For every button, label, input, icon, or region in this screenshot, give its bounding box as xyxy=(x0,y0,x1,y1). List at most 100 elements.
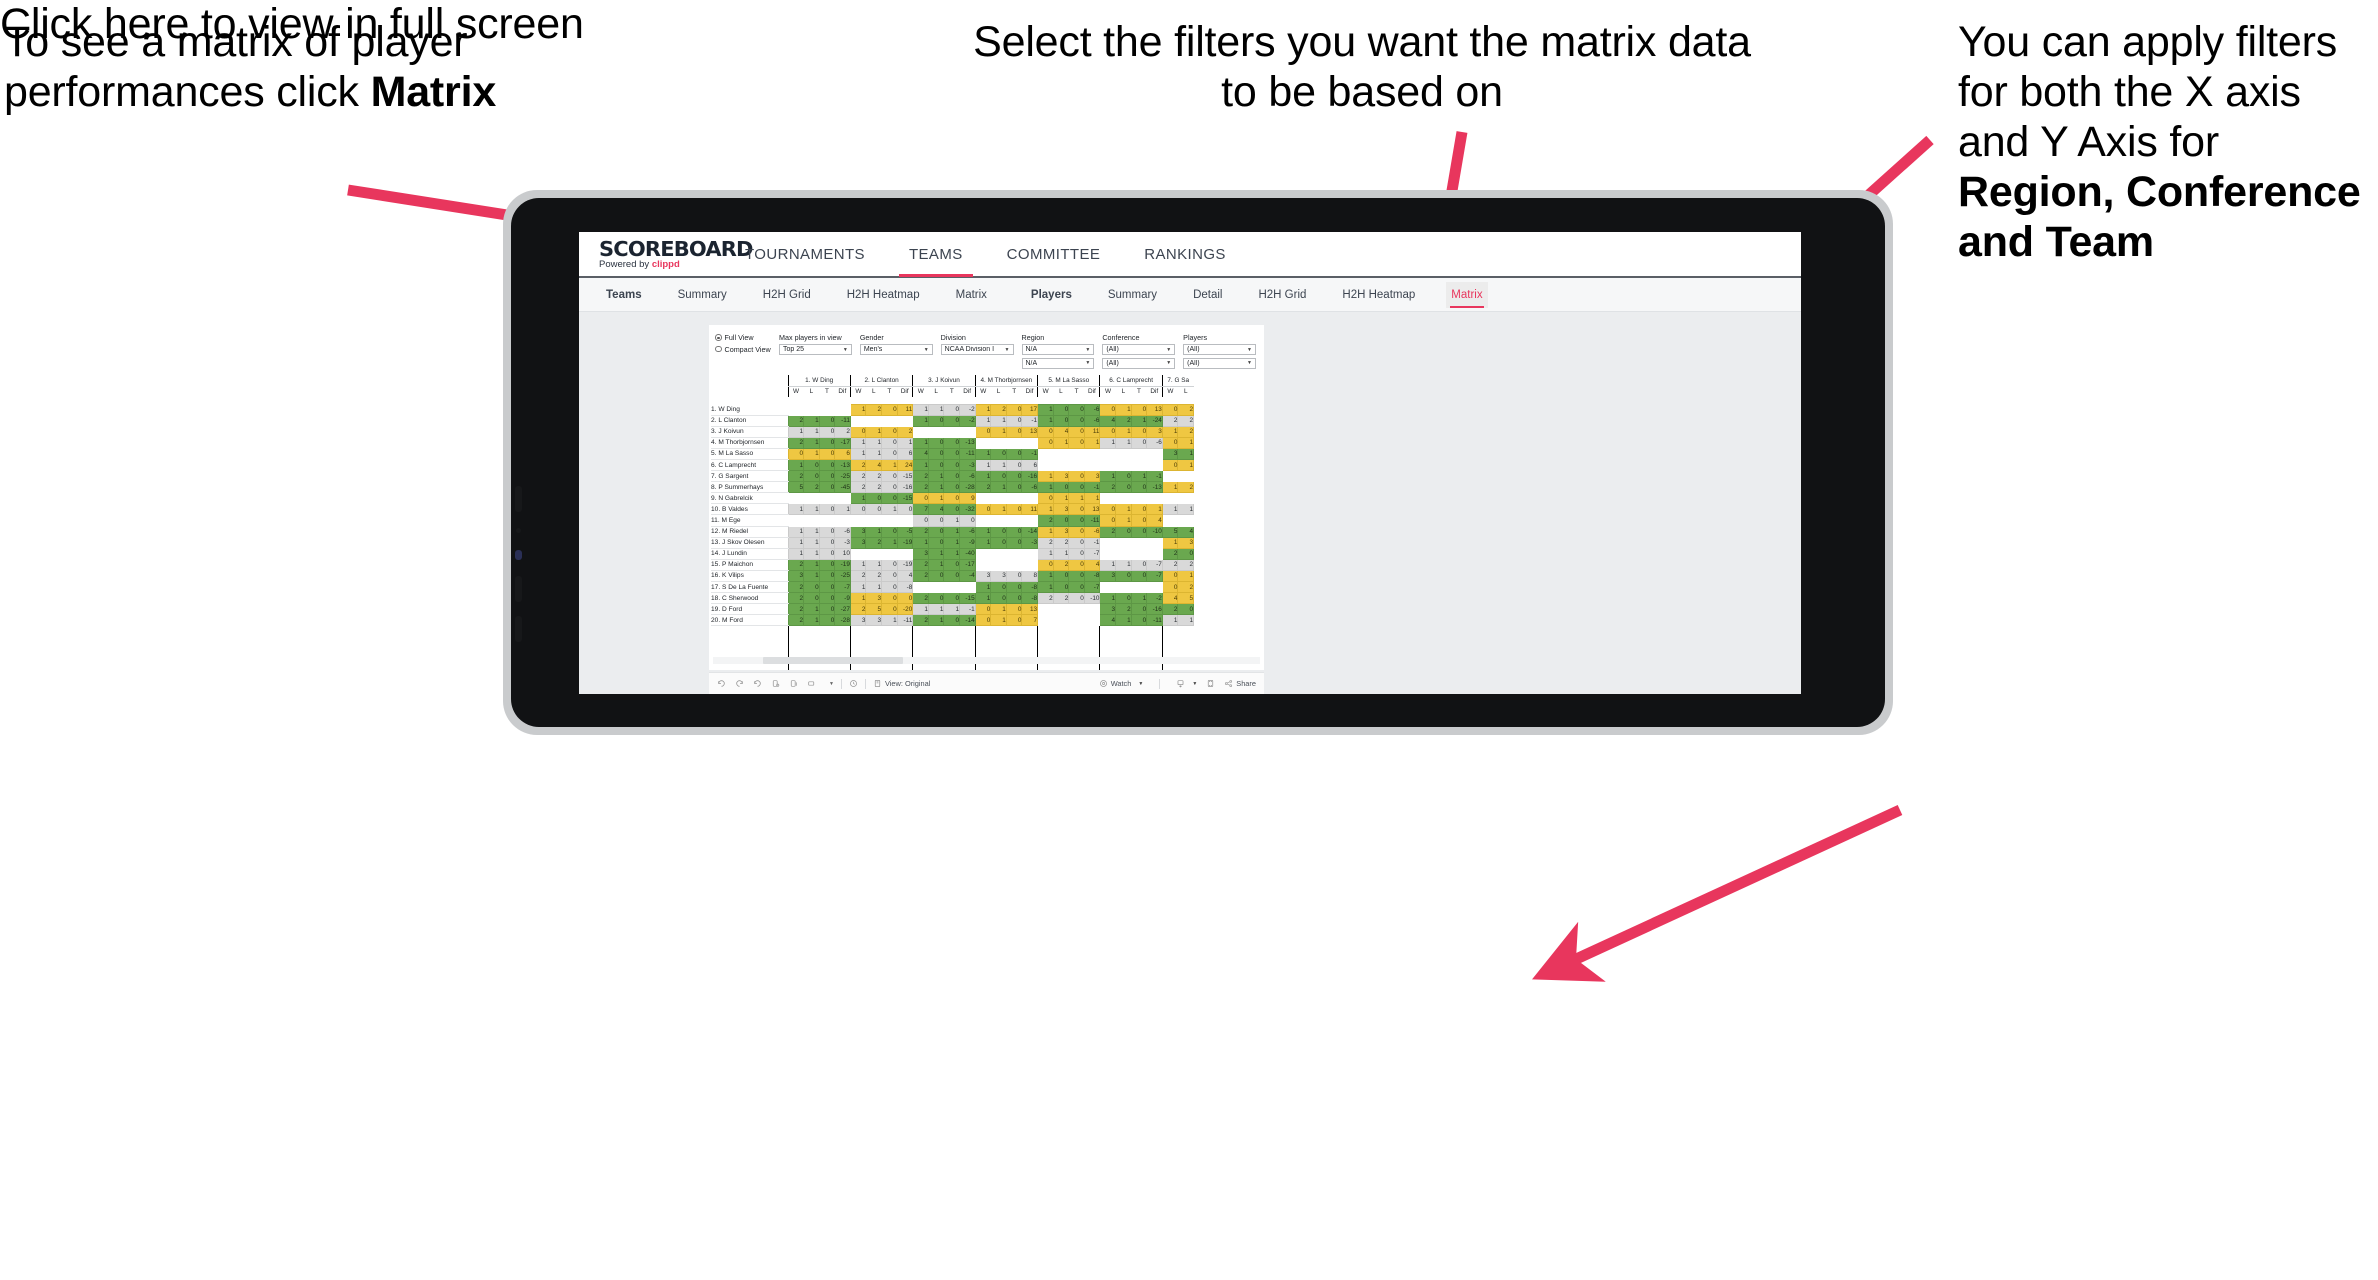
matrix-cell[interactable]: 11 xyxy=(1021,503,1039,516)
matrix-cell[interactable]: 3 xyxy=(990,569,1007,583)
matrix-row-label[interactable]: 17. S De La Fuente xyxy=(711,581,788,594)
matrix-cell[interactable] xyxy=(990,492,1007,505)
matrix-cell[interactable]: -8 xyxy=(1083,569,1101,583)
matrix-cell[interactable]: 2 xyxy=(1177,580,1195,594)
matrix-cell[interactable]: 0 xyxy=(818,425,836,438)
matrix-cell[interactable] xyxy=(849,547,867,560)
matrix-row-label[interactable]: 14. J Lundin xyxy=(711,548,788,560)
matrix-cell[interactable]: 0 xyxy=(896,503,914,516)
matrix-cell[interactable]: 0 xyxy=(1068,536,1085,549)
filter-players-y-select[interactable]: (All) ▼ xyxy=(1183,357,1256,369)
matrix-cell[interactable]: -28 xyxy=(834,614,851,627)
matrix-cell[interactable]: 2 xyxy=(865,481,883,494)
matrix-cell[interactable] xyxy=(1005,547,1023,560)
matrix-cell[interactable]: 1 xyxy=(1130,414,1148,427)
matrix-row-label[interactable]: 5. M La Sasso xyxy=(711,448,788,460)
matrix-cell[interactable]: -27 xyxy=(834,603,851,616)
matrix-cell[interactable]: 11 xyxy=(896,403,914,416)
matrix-cell[interactable]: 1 xyxy=(927,492,945,505)
matrix-cell[interactable]: -19 xyxy=(896,558,914,571)
matrix-cell[interactable]: 4 xyxy=(1099,414,1117,427)
matrix-cell[interactable] xyxy=(1130,447,1148,460)
topnav-tournaments[interactable]: TOURNAMENTS xyxy=(743,234,867,275)
matrix-cell[interactable]: 1 xyxy=(787,503,805,516)
matrix-cell[interactable]: 2 xyxy=(1052,536,1070,549)
matrix-cell[interactable]: 0 xyxy=(1068,481,1085,494)
matrix-cell[interactable] xyxy=(1146,458,1163,472)
matrix-cell[interactable]: 1 xyxy=(943,603,961,616)
matrix-cell[interactable]: 3 xyxy=(1099,603,1117,616)
matrix-column-header[interactable]: 2. L Clanton xyxy=(849,375,913,387)
matrix-cell[interactable] xyxy=(1130,458,1148,472)
filter-players-x-select[interactable]: (All) ▼ xyxy=(1183,344,1256,355)
filter-max-players-select[interactable]: Top 25 ▼ xyxy=(779,344,852,355)
matrix-row-label[interactable]: 19. D Ford xyxy=(711,603,788,616)
matrix-cell[interactable] xyxy=(1068,603,1085,616)
matrix-cell[interactable]: 0 xyxy=(1068,558,1085,571)
matrix-cell[interactable]: 1 xyxy=(787,458,805,472)
matrix-cell[interactable] xyxy=(1099,447,1117,460)
matrix-cell[interactable]: 2 xyxy=(865,569,883,583)
matrix-cell[interactable]: 1 xyxy=(865,425,883,438)
matrix-cell[interactable]: 1 xyxy=(803,503,820,516)
matrix-cell[interactable]: 0 xyxy=(881,403,898,416)
matrix-cell[interactable]: 2 xyxy=(896,425,914,438)
matrix-row-label[interactable]: 8. P Summerhays xyxy=(711,481,788,494)
matrix-cell[interactable]: 1 xyxy=(927,470,945,483)
matrix-column-header[interactable]: 3. J Koivun xyxy=(912,375,976,387)
matrix-cell[interactable]: 4 xyxy=(865,458,883,472)
matrix-cell[interactable]: -9 xyxy=(959,536,976,549)
matrix-cell[interactable]: 2 xyxy=(834,425,851,438)
matrix-cell[interactable]: 0 xyxy=(803,592,820,605)
matrix-cell[interactable]: 13 xyxy=(1021,603,1039,616)
matrix-cell[interactable]: 1 xyxy=(943,536,961,549)
matrix-row[interactable]: 13. J Skov Olesen 1 1 0 -3 3 2 1 -19 1 0 1 -9 1 0 0 -3 2 2… xyxy=(711,536,1195,549)
matrix-cell[interactable] xyxy=(927,425,945,438)
matrix-cell[interactable]: 11 xyxy=(1083,425,1101,438)
matrix-cell[interactable]: -6 xyxy=(1021,481,1039,494)
matrix-cell[interactable]: 0 xyxy=(943,470,961,483)
matrix-cell[interactable]: 1 xyxy=(849,580,867,594)
matrix-cell[interactable]: 0 xyxy=(803,470,820,483)
matrix-cell[interactable]: 1 xyxy=(1115,425,1132,438)
matrix-cell[interactable]: 0 xyxy=(1005,403,1023,416)
matrix-cell[interactable] xyxy=(818,492,836,505)
matrix-cell[interactable]: -7 xyxy=(1146,558,1163,571)
matrix-cell[interactable]: 2 xyxy=(912,558,929,571)
share-button[interactable]: Share xyxy=(1224,679,1256,688)
matrix-cell[interactable]: 1 xyxy=(1115,558,1132,571)
matrix-cell[interactable]: 5 xyxy=(1177,592,1195,605)
matrix-cell[interactable]: 8 xyxy=(1021,569,1039,583)
matrix-cell[interactable] xyxy=(1130,492,1148,505)
matrix-cell[interactable]: 1 xyxy=(974,592,992,605)
matrix-cell[interactable]: 1 xyxy=(803,447,820,460)
matrix-cell[interactable]: 0 xyxy=(974,603,992,616)
matrix-cell[interactable]: 0 xyxy=(881,492,898,505)
matrix-cell[interactable] xyxy=(1005,436,1023,449)
matrix-cell[interactable]: 0 xyxy=(803,458,820,472)
matrix-cell[interactable]: 0 xyxy=(927,592,945,605)
matrix-cell[interactable]: 3 xyxy=(1161,447,1179,460)
matrix-cell[interactable] xyxy=(1146,536,1163,549)
matrix-cell[interactable]: 0 xyxy=(990,536,1007,549)
matrix-cell[interactable]: 1 xyxy=(1177,436,1195,449)
subnav-players-h2h-heatmap[interactable]: H2H Heatmap xyxy=(1337,282,1420,308)
matrix-cell[interactable]: 0 xyxy=(818,592,836,605)
matrix-cell[interactable]: -17 xyxy=(959,558,976,571)
matrix-cell[interactable]: 0 xyxy=(943,447,961,460)
matrix-cell[interactable]: -6 xyxy=(1083,525,1101,538)
matrix-cell[interactable]: 1 xyxy=(1177,614,1195,627)
filter-conference-x-select[interactable]: (All) ▼ xyxy=(1102,344,1176,355)
matrix-cell[interactable]: 0 xyxy=(1177,603,1195,616)
matrix-cell[interactable]: 0 xyxy=(943,503,961,516)
matrix-cell[interactable] xyxy=(1115,536,1132,549)
matrix-cell[interactable]: 1 xyxy=(927,558,945,571)
matrix-cell[interactable]: -16 xyxy=(1021,470,1039,483)
matrix-row-label[interactable]: 10. B Valdes xyxy=(711,503,788,516)
matrix-cell[interactable] xyxy=(1177,514,1195,527)
subnav-teams-h2h-heatmap[interactable]: H2H Heatmap xyxy=(842,282,925,308)
matrix-cell[interactable]: 0 xyxy=(943,569,961,583)
matrix-cell[interactable]: 2 xyxy=(787,414,805,427)
filter-region-y-select[interactable]: N/A ▼ xyxy=(1021,357,1095,369)
matrix-cell[interactable]: 1 xyxy=(865,436,883,449)
